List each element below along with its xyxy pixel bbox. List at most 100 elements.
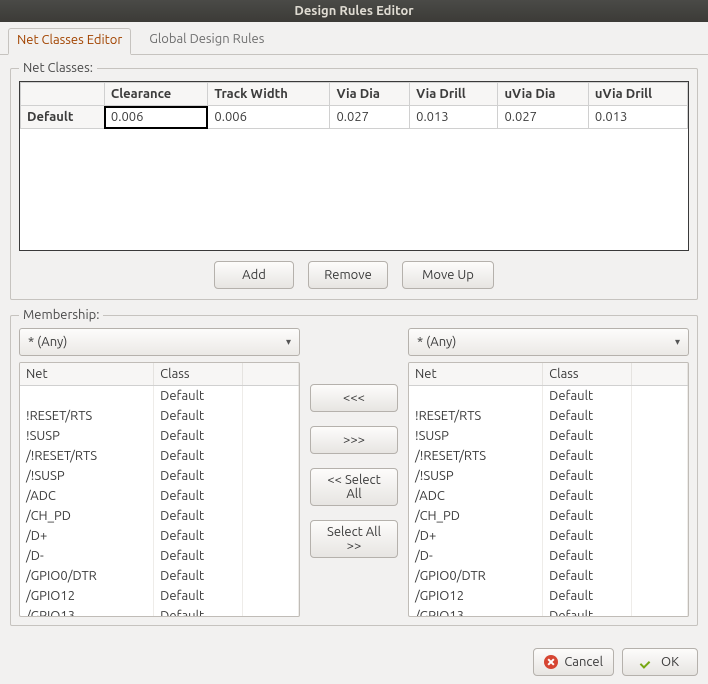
col-clearance: Clearance xyxy=(104,83,208,106)
netclasses-row[interactable]: Default 0.006 0.006 0.027 0.013 0.027 0.… xyxy=(21,106,688,129)
cell-track-width[interactable]: 0.006 xyxy=(208,106,330,129)
net-row[interactable]: /!SUSPDefault xyxy=(409,466,688,486)
net-row[interactable]: /D+Default xyxy=(409,526,688,546)
net-name: !RESET/RTS xyxy=(20,406,154,426)
left-col-class[interactable]: Class xyxy=(154,363,243,386)
net-row[interactable]: /GPIO12Default xyxy=(409,586,688,606)
net-name: /ADC xyxy=(409,486,543,506)
membership-right-column: * (Any) ▾ Net Class xyxy=(408,328,689,617)
net-class: Default xyxy=(543,406,632,426)
net-row[interactable]: /ADCDefault xyxy=(20,486,299,506)
left-filter-value: * (Any) xyxy=(28,335,67,349)
net-class: Default xyxy=(543,546,632,566)
ok-icon xyxy=(641,655,655,669)
membership-group: Membership: * (Any) ▾ Net Class xyxy=(10,308,698,626)
net-row[interactable]: /!RESET/RTSDefault xyxy=(409,446,688,466)
remove-button[interactable]: Remove xyxy=(308,261,388,289)
move-up-button[interactable]: Move Up xyxy=(402,261,494,289)
tab-net-classes-editor[interactable]: Net Classes Editor xyxy=(8,28,131,55)
add-button[interactable]: Add xyxy=(214,261,294,289)
net-row[interactable]: /GPIO13Default xyxy=(409,606,688,616)
net-row[interactable]: /GPIO12Default xyxy=(20,586,299,606)
net-class: Default xyxy=(543,426,632,446)
cell-via-dia[interactable]: 0.027 xyxy=(330,106,410,129)
net-name: /D+ xyxy=(409,526,543,546)
net-name: /CH_PD xyxy=(20,506,154,526)
net-row[interactable]: Default xyxy=(20,386,299,407)
net-row[interactable]: /ADCDefault xyxy=(409,486,688,506)
net-row[interactable]: /GPIO13Default xyxy=(20,606,299,616)
net-row[interactable]: /D-Default xyxy=(20,546,299,566)
net-row[interactable]: !SUSPDefault xyxy=(409,426,688,446)
net-name: /GPIO0/DTR xyxy=(20,566,154,586)
net-class: Default xyxy=(543,526,632,546)
cancel-button[interactable]: Cancel xyxy=(533,648,614,676)
netclasses-corner xyxy=(21,83,105,106)
window-title: Design Rules Editor xyxy=(294,4,413,18)
net-row[interactable]: !RESET/RTSDefault xyxy=(409,406,688,426)
net-row[interactable]: /D+Default xyxy=(20,526,299,546)
net-class: Default xyxy=(543,586,632,606)
cancel-icon xyxy=(544,655,558,669)
net-name xyxy=(20,386,154,407)
tab-global-design-rules[interactable]: Global Design Rules xyxy=(141,28,272,55)
cell-uvia-drill[interactable]: 0.013 xyxy=(588,106,687,129)
membership-left-column: * (Any) ▾ Net Class xyxy=(19,328,300,617)
left-filter-dropdown[interactable]: * (Any) ▾ xyxy=(19,328,300,356)
net-row[interactable]: /D-Default xyxy=(409,546,688,566)
netclasses-group: Net Classes: Clearance Track Width Via D… xyxy=(10,61,698,300)
net-row[interactable]: /CH_PDDefault xyxy=(20,506,299,526)
net-class: Default xyxy=(154,426,243,446)
net-row[interactable]: /!RESET/RTSDefault xyxy=(20,446,299,466)
right-col-class[interactable]: Class xyxy=(543,363,632,386)
dialog-button-bar: Cancel OK xyxy=(0,642,708,684)
net-name: /!SUSP xyxy=(20,466,154,486)
net-class: Default xyxy=(154,486,243,506)
net-class: Default xyxy=(154,506,243,526)
net-name: /GPIO0/DTR xyxy=(409,566,543,586)
net-class: Default xyxy=(154,606,243,616)
move-right-button[interactable]: >>> xyxy=(310,426,398,454)
cell-clearance[interactable]: 0.006 xyxy=(104,106,208,129)
netclasses-table[interactable]: Clearance Track Width Via Dia Via Drill … xyxy=(20,82,688,129)
window-titlebar: Design Rules Editor xyxy=(0,0,708,22)
row-name[interactable]: Default xyxy=(21,106,105,129)
net-class: Default xyxy=(154,546,243,566)
net-class: Default xyxy=(543,606,632,616)
net-row[interactable]: /CH_PDDefault xyxy=(409,506,688,526)
chevron-down-icon: ▾ xyxy=(286,336,291,348)
left-net-listbox[interactable]: Net Class Default!RESET/RTSDefault!SUSPD… xyxy=(20,363,299,616)
select-all-right-button[interactable]: Select All >> xyxy=(310,520,398,558)
net-name xyxy=(409,386,543,407)
right-filter-dropdown[interactable]: * (Any) ▾ xyxy=(408,328,689,356)
ok-button[interactable]: OK xyxy=(622,648,698,676)
cell-via-drill[interactable]: 0.013 xyxy=(410,106,498,129)
select-all-left-button[interactable]: << Select All xyxy=(310,468,398,506)
net-row[interactable]: Default xyxy=(409,386,688,407)
net-class: Default xyxy=(543,386,632,407)
net-row[interactable]: /!SUSPDefault xyxy=(20,466,299,486)
net-name: /!RESET/RTS xyxy=(20,446,154,466)
left-col-net[interactable]: Net xyxy=(20,363,154,386)
net-name: !SUSP xyxy=(409,426,543,446)
net-class: Default xyxy=(543,446,632,466)
tab-bar: Net Classes Editor Global Design Rules xyxy=(0,22,708,55)
net-name: /GPIO13 xyxy=(20,606,154,616)
net-name: /ADC xyxy=(20,486,154,506)
right-col-net[interactable]: Net xyxy=(409,363,543,386)
membership-transfer-buttons: <<< >>> << Select All Select All >> xyxy=(308,328,400,617)
move-left-button[interactable]: <<< xyxy=(310,384,398,412)
net-row[interactable]: /GPIO0/DTRDefault xyxy=(20,566,299,586)
net-class: Default xyxy=(154,446,243,466)
net-name: /GPIO12 xyxy=(20,586,154,606)
net-row[interactable]: !SUSPDefault xyxy=(20,426,299,446)
cell-uvia-dia[interactable]: 0.027 xyxy=(498,106,588,129)
net-class: Default xyxy=(154,526,243,546)
net-row[interactable]: !RESET/RTSDefault xyxy=(20,406,299,426)
net-row[interactable]: /GPIO0/DTRDefault xyxy=(409,566,688,586)
right-col-spacer xyxy=(632,363,688,386)
net-class: Default xyxy=(154,406,243,426)
left-col-spacer xyxy=(243,363,299,386)
right-net-listbox[interactable]: Net Class Default!RESET/RTSDefault!SUSPD… xyxy=(409,363,688,616)
net-name: /D+ xyxy=(20,526,154,546)
